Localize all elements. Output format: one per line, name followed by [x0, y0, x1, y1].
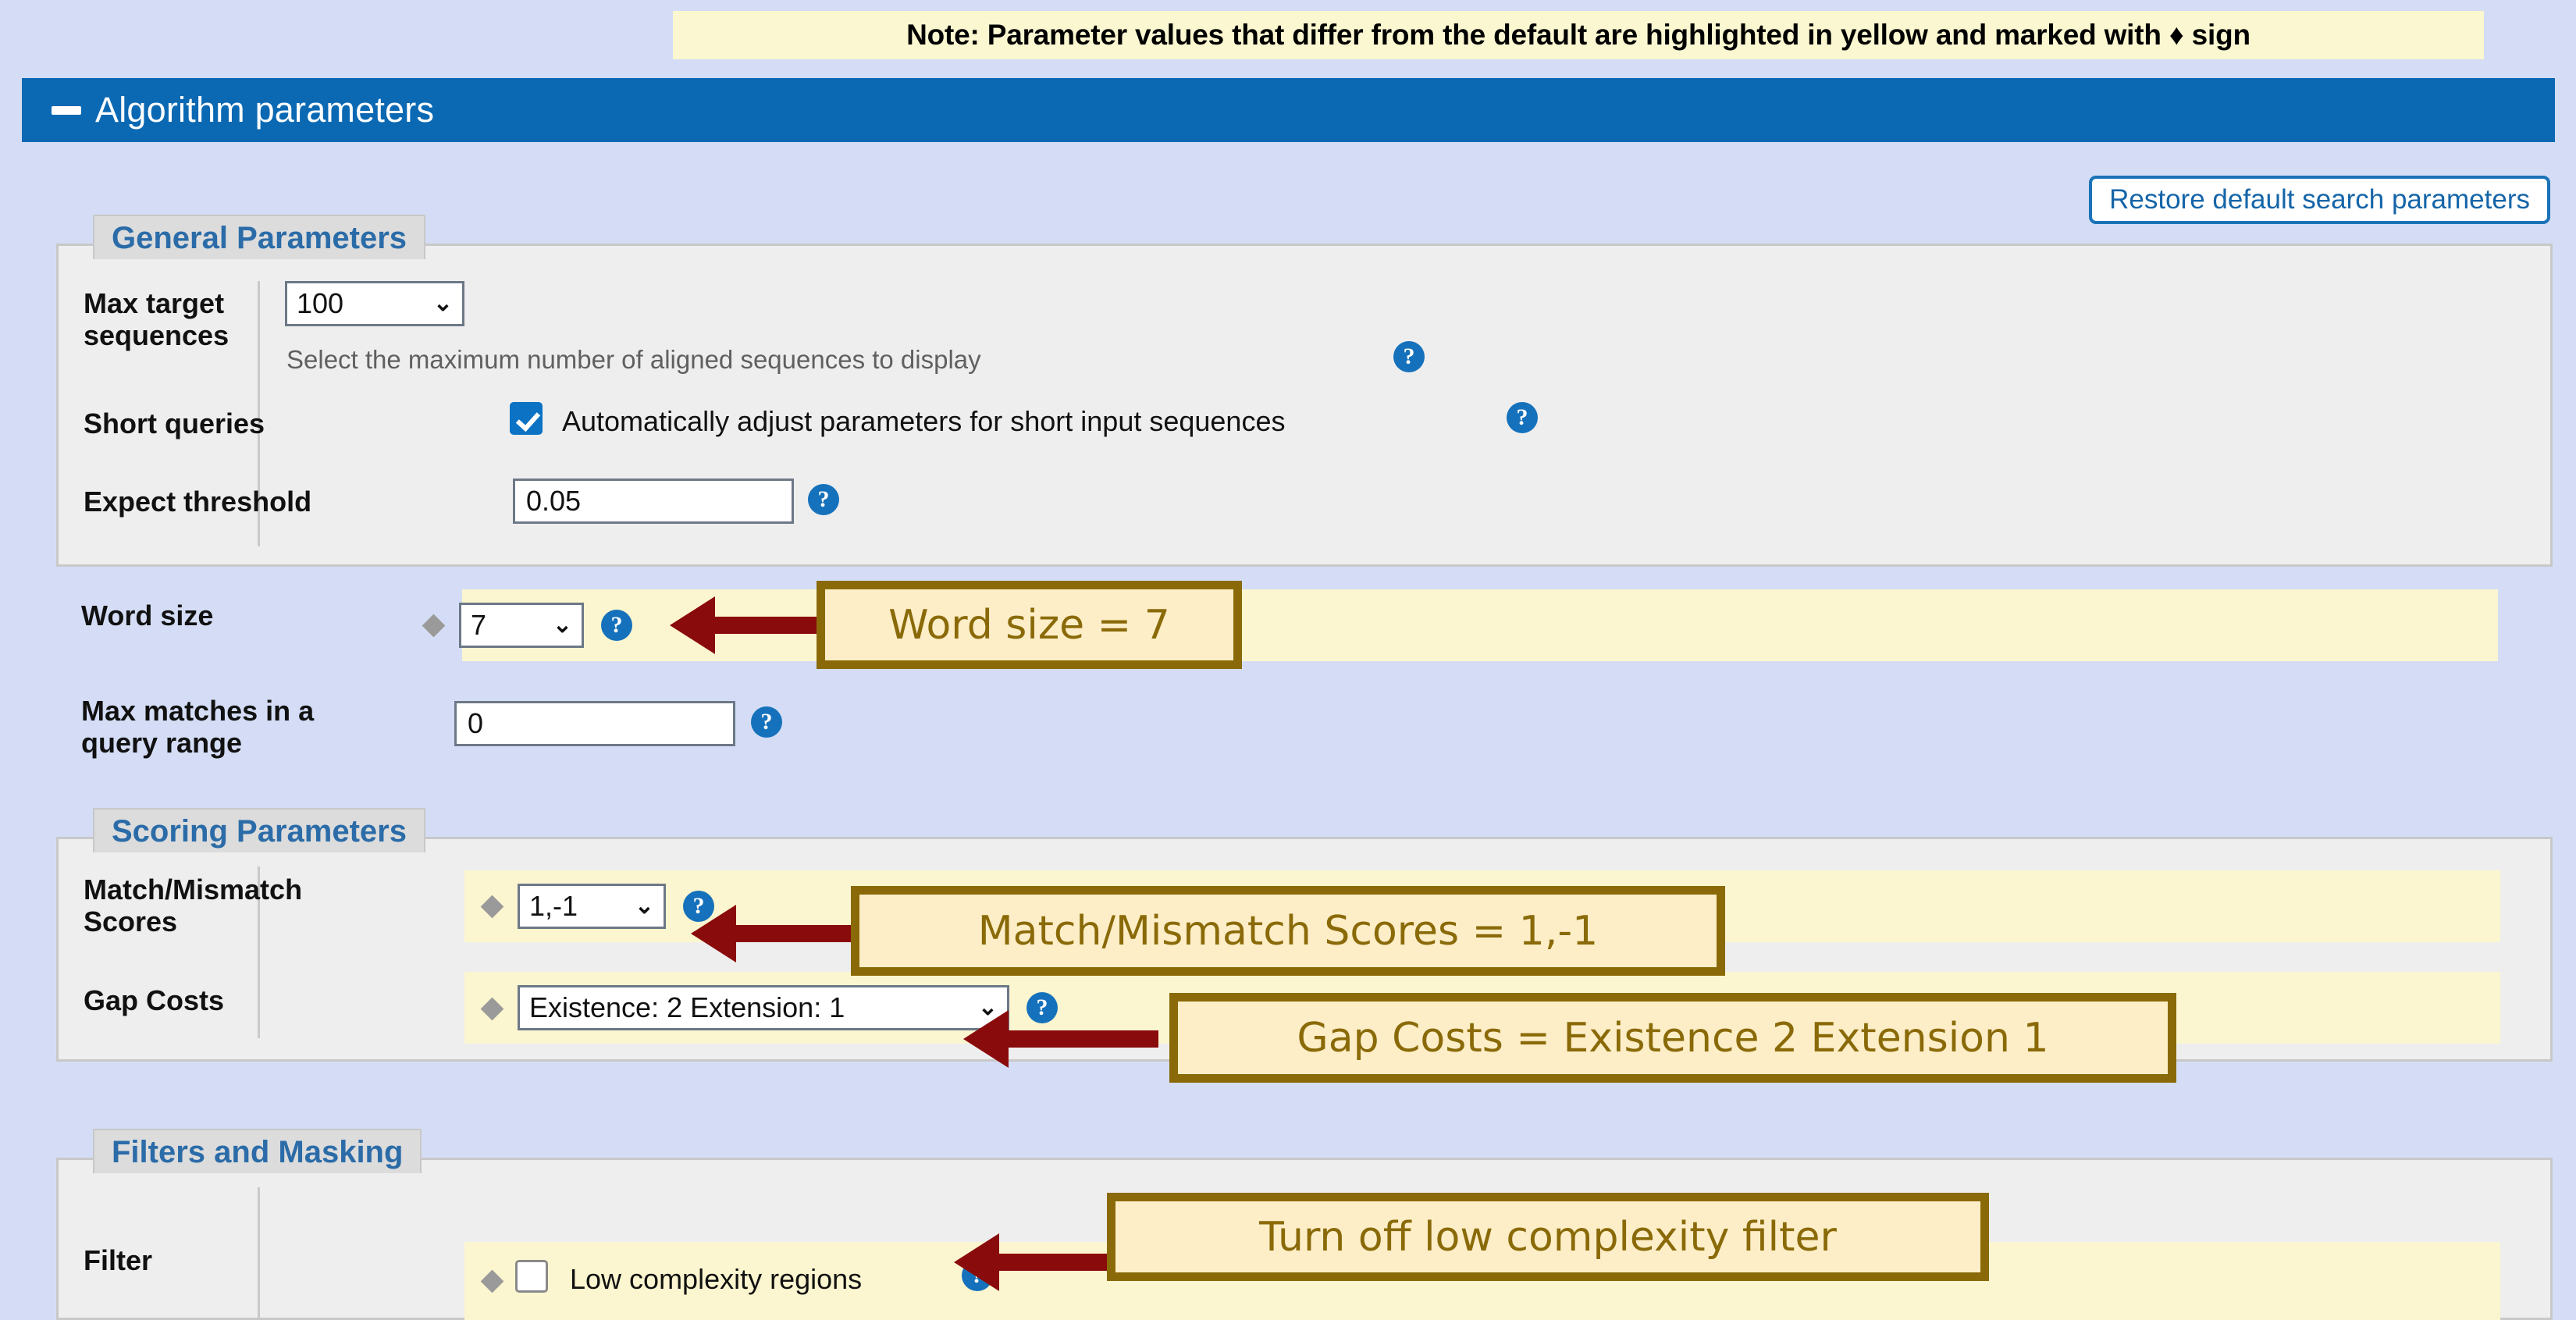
word-size-callout: Word size = 7 — [817, 581, 1242, 669]
low-complexity-regions-label: Low complexity regions — [570, 1263, 863, 1295]
gap-costs-value: Existence: 2 Extension: 1 — [529, 991, 845, 1023]
short-queries-label: Short queries — [84, 407, 265, 439]
general-parameters-fieldset: General Parameters Max target sequences … — [56, 215, 2553, 567]
blast-algorithm-parameters-page: Note: Parameter values that differ from … — [0, 0, 2576, 1320]
match-mismatch-callout: Match/Mismatch Scores = 1,-1 — [851, 886, 1725, 976]
match-mismatch-value: 1,-1 — [529, 890, 578, 922]
note-text: Note: Parameter values that differ from … — [906, 19, 2250, 51]
restore-default-search-parameters-button[interactable]: Restore default search parameters — [2089, 176, 2550, 224]
expect-threshold-help-icon[interactable]: ? — [808, 484, 839, 515]
gap-costs-help-icon[interactable]: ? — [1026, 992, 1058, 1023]
max-target-sequences-select[interactable]: 100 ⌄ — [285, 281, 464, 326]
expect-threshold-label: Expect threshold — [84, 486, 312, 518]
max-target-sequences-label: Max target sequences — [84, 287, 229, 352]
max-target-sequences-helper: Select the maximum number of aligned seq… — [286, 345, 981, 374]
match-mismatch-select[interactable]: 1,-1 ⌄ — [518, 884, 666, 929]
page-title: Algorithm parameters — [95, 90, 435, 130]
word-size-value: 7 — [471, 609, 487, 641]
word-size-label: Word size — [81, 600, 214, 632]
chevron-down-icon: ⌄ — [432, 290, 453, 316]
expect-threshold-input[interactable]: 0.05 — [513, 479, 794, 524]
max-matches-label: Max matches in a query range — [81, 695, 315, 760]
short-queries-checkbox-label: Automatically adjust parameters for shor… — [562, 405, 1286, 437]
max-matches-input[interactable]: 0 — [454, 701, 735, 746]
low-complexity-regions-checkbox[interactable] — [515, 1260, 548, 1293]
chevron-down-icon: ⌄ — [552, 612, 572, 638]
minus-icon[interactable] — [52, 105, 81, 115]
short-queries-help-icon[interactable]: ? — [1507, 402, 1538, 433]
word-size-help-icon[interactable]: ? — [601, 610, 632, 641]
max-target-sequences-value: 100 — [297, 287, 344, 319]
max-matches-help-icon[interactable]: ? — [751, 706, 782, 738]
filter-label: Filter — [84, 1244, 153, 1276]
gap-costs-callout: Gap Costs = Existence 2 Extension 1 — [1169, 993, 2176, 1083]
default-difference-note: Note: Parameter values that differ from … — [673, 11, 2484, 59]
match-mismatch-label: Match/Mismatch Scores — [84, 873, 303, 938]
column-divider — [258, 1187, 260, 1320]
scoring-parameters-legend: Scoring Parameters — [93, 808, 425, 852]
algorithm-parameters-header[interactable]: Algorithm parameters — [22, 78, 2555, 142]
general-parameters-legend: General Parameters — [93, 215, 426, 259]
short-queries-checkbox[interactable] — [510, 402, 543, 435]
chevron-down-icon: ⌄ — [634, 893, 654, 919]
word-size-select[interactable]: 7 ⌄ — [459, 603, 584, 648]
gap-costs-select[interactable]: Existence: 2 Extension: 1 ⌄ — [518, 985, 1009, 1030]
gap-costs-label: Gap Costs — [84, 984, 225, 1016]
word-size-modified-marker — [422, 614, 446, 638]
max-target-sequences-help-icon[interactable]: ? — [1393, 341, 1425, 372]
filters-and-masking-legend: Filters and Masking — [93, 1129, 422, 1173]
filter-callout: Turn off low complexity filter — [1107, 1193, 1989, 1281]
